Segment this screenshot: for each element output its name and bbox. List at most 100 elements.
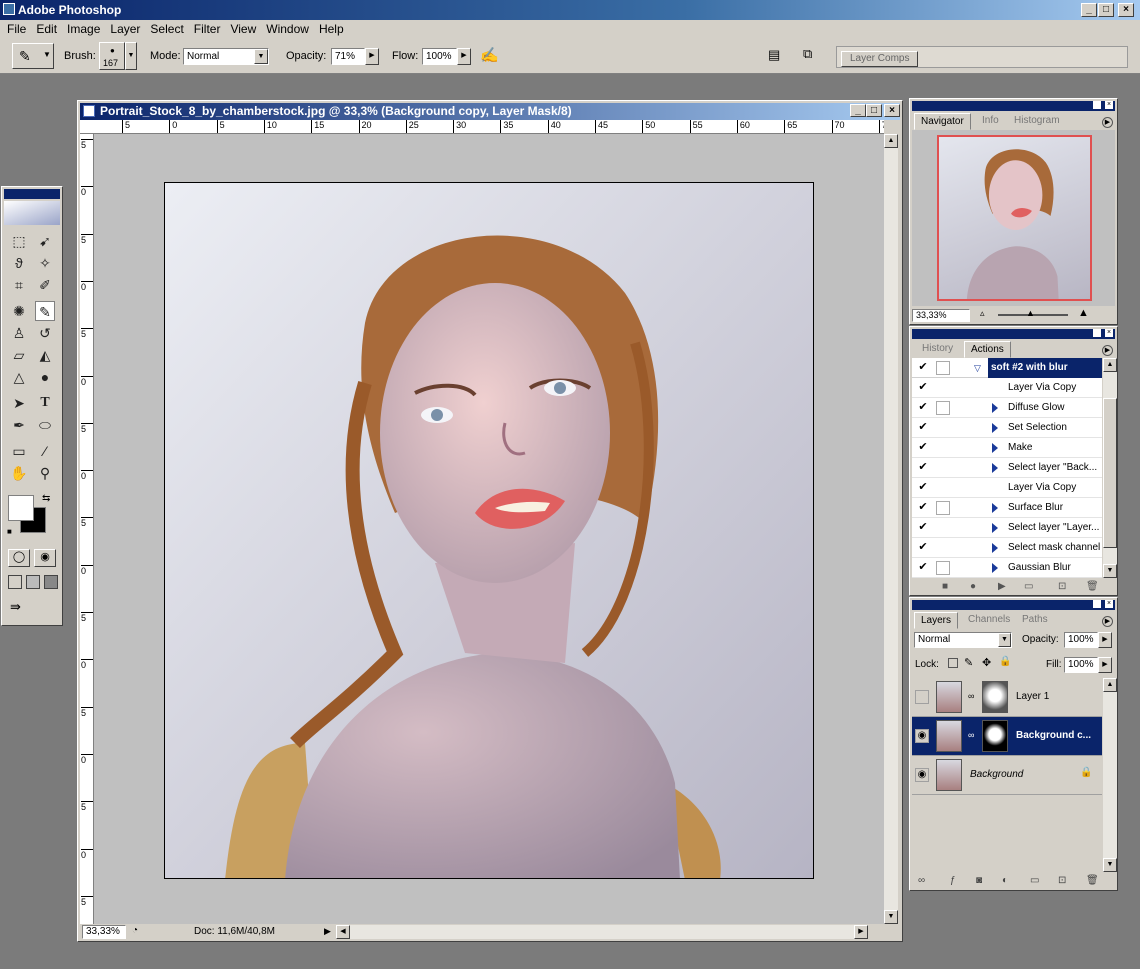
tab-actions[interactable]: Actions [964, 341, 1011, 358]
dialog-toggle-icon[interactable] [936, 501, 950, 515]
zoom-out-icon[interactable]: ▵ [980, 308, 985, 319]
lock-all-icon[interactable]: 🔒 [999, 656, 1011, 667]
layers-scrollbar[interactable]: ▲ ▼ [1103, 678, 1117, 872]
brush-picker[interactable]: ● 167 [99, 42, 125, 70]
menu-edit[interactable]: Edit [31, 20, 62, 38]
mode-select[interactable]: Normal ▼ [183, 48, 269, 65]
new-action-icon[interactable]: ⊡ [1058, 581, 1066, 592]
panel-menu-icon[interactable]: ▶ [1102, 117, 1113, 128]
standard-mode-icon[interactable]: ◯ [8, 549, 30, 567]
notes-tool-icon[interactable]: ▭ [9, 441, 29, 461]
type-tool-icon[interactable]: T [35, 393, 55, 413]
eraser-tool-icon[interactable]: ▱ [9, 345, 29, 365]
file-browser-icon[interactable]: ▤ [768, 47, 788, 65]
doc-minimize-button[interactable]: _ [850, 104, 866, 117]
zoom-field[interactable]: 33,33% [82, 925, 126, 939]
panel-minimize-icon[interactable] [1093, 101, 1101, 109]
dodge-tool-icon[interactable]: ● [35, 367, 55, 387]
crop-tool-icon[interactable]: ⌗ [9, 275, 29, 295]
check-icon[interactable]: ✔ [916, 521, 930, 535]
healing-brush-tool-icon[interactable]: ✺ [9, 301, 29, 321]
lock-transparency-icon[interactable] [948, 658, 958, 668]
layer-row[interactable]: ◉ Background 🔒 [912, 756, 1102, 795]
blend-mode-select[interactable]: Normal ▼ [914, 632, 1012, 648]
navigator-zoom-field[interactable]: 33,33% [912, 309, 970, 322]
scroll-up-button[interactable]: ▲ [884, 134, 898, 148]
zoom-tool-icon[interactable]: ⚲ [35, 463, 55, 483]
portrait-image[interactable] [164, 182, 814, 879]
path-selection-tool-icon[interactable]: ➤ [9, 393, 29, 413]
expand-triangle-icon[interactable] [992, 443, 998, 453]
default-colors-icon[interactable]: ■ [7, 527, 12, 536]
canvas-area[interactable] [94, 134, 884, 924]
play-icon[interactable]: ▶ [998, 581, 1006, 592]
close-button[interactable]: × [1118, 3, 1134, 17]
expand-triangle-icon[interactable] [992, 423, 998, 433]
check-icon[interactable]: ✔ [916, 481, 930, 495]
action-set-row[interactable]: ✔ ▽ soft #2 with blur [912, 358, 1102, 378]
scroll-right-button[interactable]: ▶ [854, 925, 868, 939]
swap-colors-icon[interactable]: ⇆ [42, 493, 50, 504]
expand-triangle-icon[interactable] [992, 463, 998, 473]
slice-tool-icon[interactable]: ✐ [35, 275, 55, 295]
opacity-slider-button[interactable]: ▶ [365, 48, 379, 65]
add-mask-icon[interactable]: ◙ [976, 875, 982, 886]
standard-screen-mode-icon[interactable] [8, 575, 22, 589]
action-item[interactable]: ✔ Select layer "Back... [912, 458, 1102, 478]
palette-toggle-icon[interactable]: ⧉ [803, 46, 825, 66]
menu-filter[interactable]: Filter [189, 20, 226, 38]
action-item[interactable]: ✔ Layer Via Copy [912, 478, 1102, 498]
menu-layer[interactable]: Layer [105, 20, 145, 38]
check-icon[interactable]: ✔ [916, 441, 930, 455]
check-icon[interactable]: ✔ [916, 461, 930, 475]
pen-tool-icon[interactable]: ✒ [9, 415, 29, 435]
clone-stamp-tool-icon[interactable]: ♙ [9, 323, 29, 343]
quick-mask-mode-icon[interactable]: ◉ [34, 549, 56, 567]
lock-paint-icon[interactable]: ✎ [964, 656, 973, 669]
doc-horizontal-scrollbar[interactable]: ◀ ▶ [336, 925, 868, 939]
action-item[interactable]: ✔ Set Selection [912, 418, 1102, 438]
action-item[interactable]: ✔ Select layer "Layer... [912, 518, 1102, 538]
menu-view[interactable]: View [225, 20, 261, 38]
new-group-icon[interactable]: ▭ [1030, 875, 1039, 886]
flow-input[interactable]: 100% [422, 48, 457, 65]
action-item[interactable]: ✔ Select mask channel [912, 538, 1102, 558]
link-layers-icon[interactable]: ∞ [918, 875, 925, 886]
lasso-tool-icon[interactable]: ϑ [9, 253, 29, 273]
action-item[interactable]: ✔ Diffuse Glow [912, 398, 1102, 418]
brush-tool-icon[interactable]: ✎ [35, 301, 55, 321]
hand-tool-icon[interactable]: ✋ [9, 463, 29, 483]
flow-slider-button[interactable]: ▶ [457, 48, 471, 65]
check-icon[interactable]: ✔ [916, 421, 930, 435]
scroll-down-button[interactable]: ▼ [884, 910, 898, 924]
scroll-up-button[interactable]: ▲ [1103, 358, 1117, 372]
doc-close-button[interactable]: × [884, 104, 900, 117]
actions-scrollbar[interactable]: ▲ ▼ [1103, 358, 1117, 578]
menu-help[interactable]: Help [314, 20, 349, 38]
panel-minimize-icon[interactable] [1093, 329, 1101, 337]
scroll-down-button[interactable]: ▼ [1103, 564, 1117, 578]
menu-image[interactable]: Image [62, 20, 105, 38]
magic-wand-tool-icon[interactable]: ✧ [35, 253, 55, 273]
layer-mask-thumbnail[interactable] [982, 720, 1008, 752]
record-icon[interactable]: ● [970, 581, 976, 592]
scroll-left-button[interactable]: ◀ [336, 925, 350, 939]
move-tool-icon[interactable]: ➹ [35, 231, 55, 251]
tab-layers[interactable]: Layers [914, 612, 959, 629]
scroll-down-button[interactable]: ▼ [1103, 858, 1117, 872]
opacity-input[interactable]: 71% [331, 48, 365, 65]
panel-minimize-icon[interactable] [1093, 600, 1101, 608]
zoom-in-icon[interactable]: ▲ [1078, 307, 1089, 319]
blur-tool-icon[interactable]: △ [9, 367, 29, 387]
action-item[interactable]: ✔ Gaussian Blur [912, 558, 1102, 578]
layer-mask-thumbnail[interactable] [982, 681, 1008, 713]
check-icon[interactable]: ✔ [916, 561, 930, 575]
dialog-toggle-icon[interactable] [936, 401, 950, 415]
expand-triangle-icon[interactable] [992, 563, 998, 573]
fill-input[interactable]: 100% [1064, 657, 1098, 673]
adjustment-layer-icon[interactable]: ◐ [1002, 875, 1008, 886]
chain-link-icon[interactable]: ∞ [968, 691, 974, 701]
lock-move-icon[interactable]: ✥ [982, 656, 991, 669]
tab-channels[interactable]: Channels [962, 612, 1016, 627]
tab-info[interactable]: Info [976, 113, 1005, 128]
